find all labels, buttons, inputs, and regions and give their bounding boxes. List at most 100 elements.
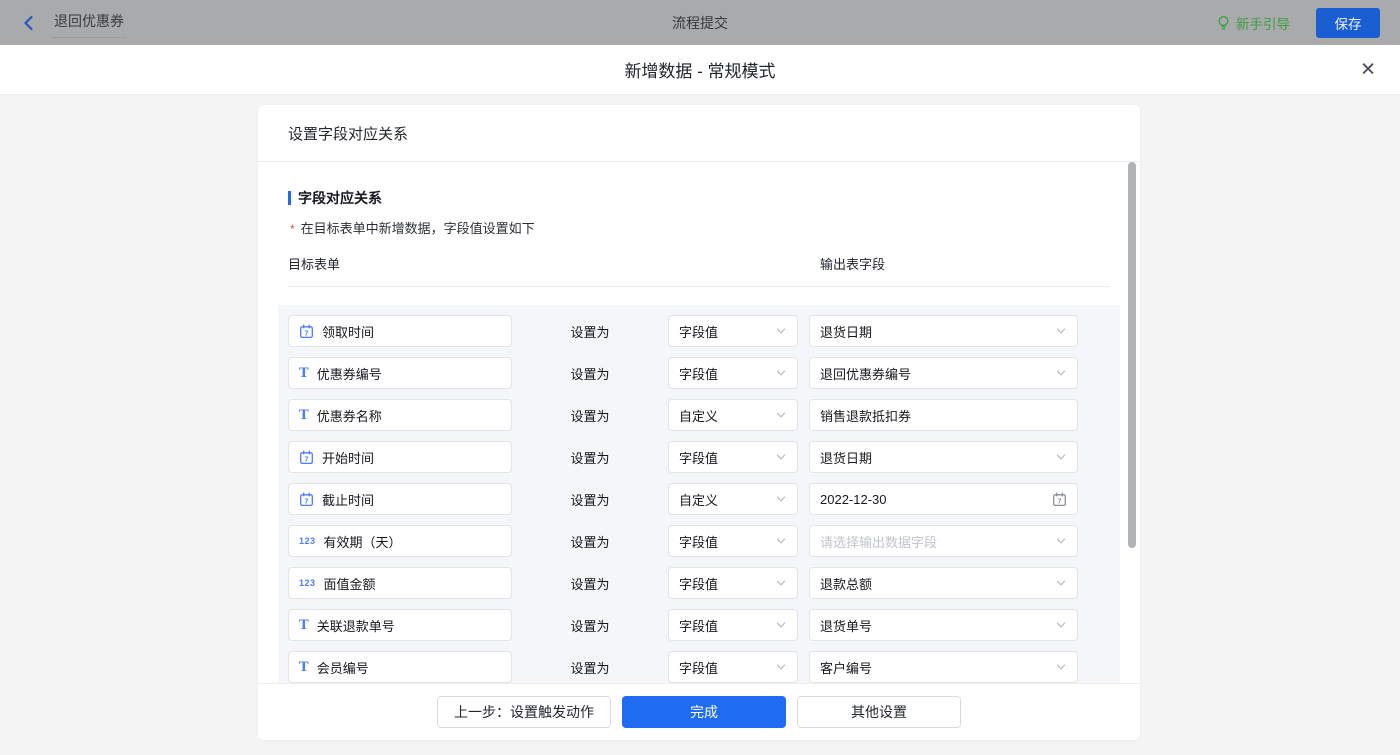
modal-title: 新增数据 - 常规模式 xyxy=(624,57,775,82)
newbie-guide-link[interactable]: 新手引导 xyxy=(1216,13,1290,33)
value-type-text: 字段值 xyxy=(679,574,775,593)
set-as-label: 设置为 xyxy=(512,658,668,677)
custom-date-input[interactable]: 2022-12-307 xyxy=(809,483,1078,515)
save-button[interactable]: 保存 xyxy=(1316,8,1380,38)
chevron-down-icon xyxy=(775,661,787,673)
output-field-select[interactable]: 退货日期 xyxy=(809,315,1078,347)
value-type-text: 字段值 xyxy=(679,532,775,551)
rows-section: 7领取时间设置为字段值退货日期T优惠券编号设置为字段值退回优惠券编号T优惠券名称… xyxy=(278,305,1120,683)
vertical-scrollbar-thumb[interactable] xyxy=(1128,162,1136,548)
modal-header: 新增数据 - 常规模式 ✕ xyxy=(0,45,1400,95)
column-headers: 目标表单 输出表字段 xyxy=(288,254,1110,287)
output-field-text: 退回优惠券编号 xyxy=(820,364,1055,383)
target-field-input[interactable]: 7开始时间 xyxy=(288,441,512,473)
output-field-text: 退货单号 xyxy=(820,616,1055,635)
modal-body: 设置字段对应关系 字段对应关系 *在目标表单中新增数据，字段值设置如下 目标表单… xyxy=(0,95,1400,755)
value-type-select[interactable]: 字段值 xyxy=(668,651,798,683)
flow-name[interactable]: 退回优惠券 xyxy=(52,7,126,38)
set-as-label: 设置为 xyxy=(512,322,668,341)
text-field-icon: T xyxy=(299,619,309,632)
chevron-down-icon xyxy=(775,451,787,463)
target-field-input[interactable]: T 优惠券名称 xyxy=(288,399,512,431)
mapping-row: 7开始时间设置为字段值 退货日期 xyxy=(288,441,1110,473)
output-field-select[interactable]: 退回优惠券编号 xyxy=(809,357,1078,389)
set-as-label: 设置为 xyxy=(512,532,668,551)
other-settings-button[interactable]: 其他设置 xyxy=(797,696,961,728)
col-header-output-fields: 输出表字段 xyxy=(820,254,885,273)
target-field-input[interactable]: 123 面值金额 xyxy=(288,567,512,599)
value-type-select[interactable]: 字段值 xyxy=(668,567,798,599)
svg-text:7: 7 xyxy=(305,498,309,505)
output-field-select[interactable]: 退货日期 xyxy=(809,441,1078,473)
output-field-select[interactable]: 退货单号 xyxy=(809,609,1078,641)
top-bar: 退回优惠券 流程提交 新手引导 保存 xyxy=(0,0,1400,45)
target-field-label: 面值金额 xyxy=(324,574,376,593)
chevron-down-icon xyxy=(1055,367,1067,379)
set-as-label: 设置为 xyxy=(512,448,668,467)
value-type-select[interactable]: 字段值 xyxy=(668,357,798,389)
target-field-label: 领取时间 xyxy=(322,322,374,341)
custom-value-input[interactable]: 销售退款抵扣券 xyxy=(809,399,1078,431)
target-field-label: 截止时间 xyxy=(322,490,374,509)
page-title: 流程提交 xyxy=(0,13,1400,33)
chevron-down-icon xyxy=(1055,619,1067,631)
value-type-text: 自定义 xyxy=(679,406,775,425)
section-description: *在目标表单中新增数据，字段值设置如下 xyxy=(288,218,1110,237)
mapping-row: 7截止时间设置为自定义2022-12-307 xyxy=(288,483,1110,515)
set-as-label: 设置为 xyxy=(512,574,668,593)
value-type-select[interactable]: 字段值 xyxy=(668,525,798,557)
chevron-down-icon xyxy=(775,619,787,631)
text-field-icon: T xyxy=(299,409,309,422)
col-header-target-form: 目标表单 xyxy=(288,254,820,273)
text-field-icon: T xyxy=(299,661,309,674)
card-footer: 上一步：设置触发动作 完成 其他设置 xyxy=(258,683,1140,740)
value-type-select[interactable]: 字段值 xyxy=(668,315,798,347)
number-field-icon: 123 xyxy=(299,578,316,588)
set-as-label: 设置为 xyxy=(512,406,668,425)
mapping-row: T 优惠券名称 设置为自定义 销售退款抵扣券 xyxy=(288,399,1110,431)
mapping-row: T 会员编号 设置为字段值 客户编号 xyxy=(288,651,1110,683)
chevron-down-icon xyxy=(1055,577,1067,589)
set-as-label: 设置为 xyxy=(512,364,668,383)
target-field-input[interactable]: 7领取时间 xyxy=(288,315,512,347)
value-type-select[interactable]: 自定义 xyxy=(668,483,798,515)
output-field-select[interactable]: 请选择输出数据字段 xyxy=(809,525,1078,557)
target-field-input[interactable]: T 关联退款单号 xyxy=(288,609,512,641)
svg-text:7: 7 xyxy=(305,456,309,463)
value-type-select[interactable]: 字段值 xyxy=(668,441,798,473)
output-field-select[interactable]: 客户编号 xyxy=(809,651,1078,683)
target-field-label: 关联退款单号 xyxy=(317,616,395,635)
chevron-down-icon xyxy=(775,535,787,547)
prev-step-button[interactable]: 上一步：设置触发动作 xyxy=(437,696,611,728)
section-title: 字段对应关系 xyxy=(288,188,1110,208)
target-field-input[interactable]: 123有效期（天） xyxy=(288,525,512,557)
custom-date-text: 2022-12-30 xyxy=(820,492,1052,507)
target-field-input[interactable]: 7 截止时间 xyxy=(288,483,512,515)
mapping-row: T优惠券编号设置为字段值 退回优惠券编号 xyxy=(288,357,1110,389)
output-field-placeholder: 请选择输出数据字段 xyxy=(820,532,1055,551)
chevron-down-icon xyxy=(775,367,787,379)
section-title-label: 字段对应关系 xyxy=(298,188,382,208)
value-type-select[interactable]: 字段值 xyxy=(668,609,798,641)
custom-value-text: 销售退款抵扣券 xyxy=(820,406,1067,425)
mapping-row: 123有效期（天）设置为字段值 请选择输出数据字段 xyxy=(288,525,1110,557)
output-field-text: 退款总额 xyxy=(820,574,1055,593)
set-as-label: 设置为 xyxy=(512,616,668,635)
mapping-row: 7领取时间设置为字段值退货日期 xyxy=(288,315,1110,347)
chevron-down-icon xyxy=(775,493,787,505)
target-field-input[interactable]: T 会员编号 xyxy=(288,651,512,683)
target-field-label: 会员编号 xyxy=(317,658,369,677)
value-type-text: 字段值 xyxy=(679,448,775,467)
value-type-select[interactable]: 自定义 xyxy=(668,399,798,431)
value-type-text: 字段值 xyxy=(679,616,775,635)
target-field-label: 优惠券名称 xyxy=(317,406,382,425)
back-icon[interactable] xyxy=(20,14,38,32)
output-field-text: 客户编号 xyxy=(820,658,1055,677)
done-button[interactable]: 完成 xyxy=(622,696,786,728)
value-type-text: 自定义 xyxy=(679,490,775,509)
target-field-label: 优惠券编号 xyxy=(317,364,382,383)
target-field-input[interactable]: T优惠券编号 xyxy=(288,357,512,389)
output-field-select[interactable]: 退款总额 xyxy=(809,567,1078,599)
close-icon[interactable]: ✕ xyxy=(1360,60,1376,79)
chevron-down-icon xyxy=(1055,325,1067,337)
